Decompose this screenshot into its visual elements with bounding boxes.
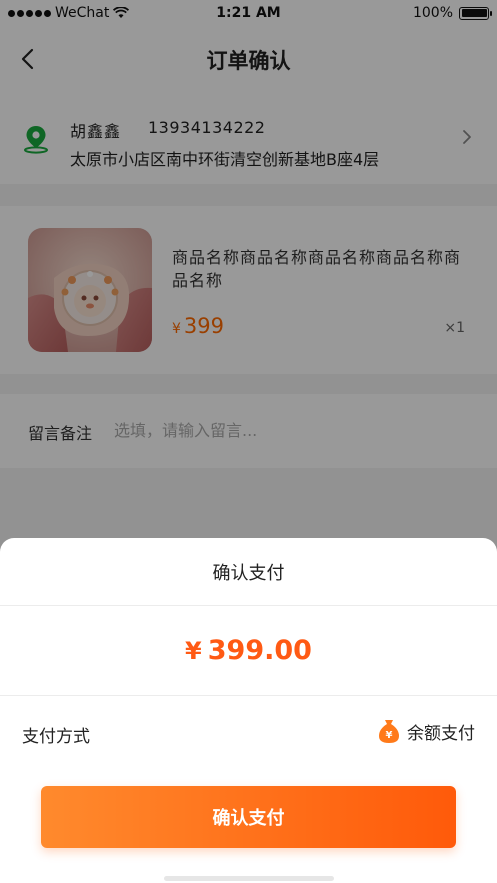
payment-method-label: 支付方式 xyxy=(22,727,90,747)
svg-text:¥: ¥ xyxy=(386,730,393,741)
payment-sheet: 确认支付 ¥399.00 支付方式 ¥ 余额支付 确认支付 xyxy=(0,538,497,883)
amount-currency: ¥ xyxy=(185,636,202,665)
payment-amount: ¥399.00 xyxy=(0,606,497,696)
confirm-payment-button[interactable]: 确认支付 xyxy=(41,786,456,848)
home-indicator xyxy=(164,876,334,881)
money-bag-icon: ¥ xyxy=(379,720,399,743)
payment-method-selector[interactable]: ¥ 余额支付 xyxy=(377,718,475,744)
payment-method-value: 余额支付 xyxy=(407,723,475,744)
amount-value: 399.00 xyxy=(207,635,312,666)
sheet-title: 确认支付 xyxy=(0,538,497,606)
